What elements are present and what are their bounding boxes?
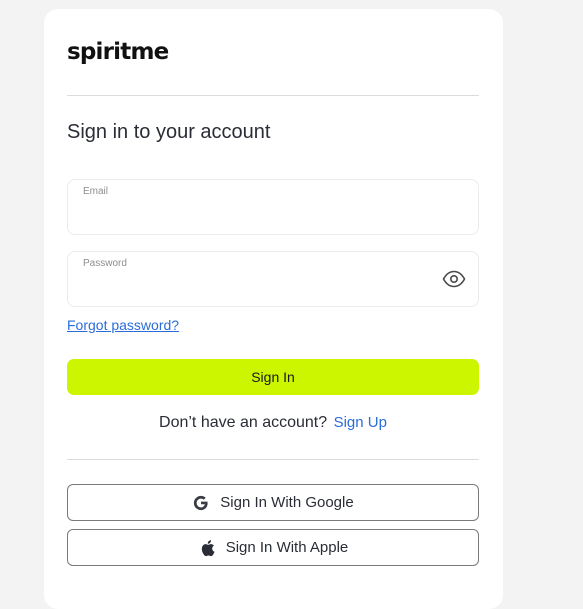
email-field[interactable]: Email	[67, 179, 479, 235]
password-input[interactable]	[83, 274, 427, 302]
apple-signin-button[interactable]: Sign In With Apple	[67, 529, 479, 566]
password-field[interactable]: Password	[67, 251, 479, 307]
sign-in-button[interactable]: Sign In	[67, 359, 479, 395]
signup-prompt: Don’t have an account?	[159, 414, 328, 431]
eye-icon[interactable]	[442, 269, 466, 289]
password-label: Password	[83, 258, 127, 269]
social-divider	[67, 459, 479, 460]
google-icon	[192, 494, 210, 512]
email-label: Email	[83, 186, 109, 197]
google-signin-button[interactable]: Sign In With Google	[67, 484, 479, 521]
apple-icon	[198, 539, 216, 557]
page-title: Sign in to your account	[67, 121, 271, 143]
apple-signin-label: Sign In With Apple	[225, 539, 349, 556]
email-input[interactable]	[83, 202, 427, 230]
signup-row: Don’t have an account? Sign Up	[67, 414, 479, 432]
google-signin-label: Sign In With Google	[220, 494, 354, 511]
brand-logo: spiritme	[67, 39, 169, 65]
header-divider	[67, 95, 479, 96]
signin-card: spiritme Sign in to your account Email P…	[44, 9, 503, 609]
forgot-password-link[interactable]: Forgot password?	[67, 317, 179, 333]
sign-up-link[interactable]: Sign Up	[334, 414, 387, 431]
